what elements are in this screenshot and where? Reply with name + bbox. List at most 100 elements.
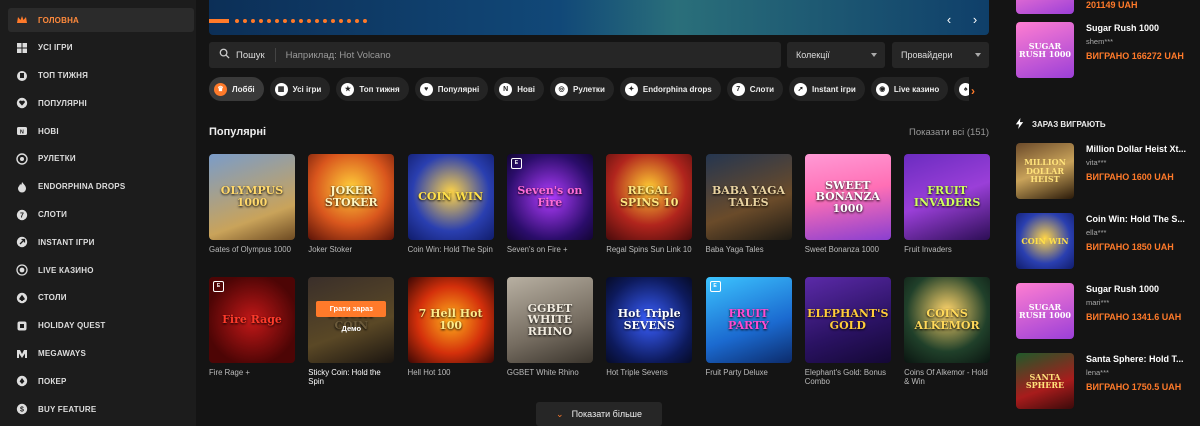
game-card[interactable]: Hot Triple SEVENS Hot Triple Sevens — [606, 277, 693, 377]
carousel-dots — [235, 19, 367, 23]
chip-label: Популярні — [437, 84, 480, 94]
chip-label: Endorphina drops — [642, 84, 712, 94]
svg-text:7: 7 — [20, 212, 24, 219]
game-art-title: GGBET WHITE RHINO — [527, 301, 573, 338]
game-thumbnail[interactable]: STICKY COINГрати заразДемо — [308, 277, 395, 363]
search-input[interactable]: Наприклад: Hot Volcano — [286, 50, 391, 61]
game-thumbnail[interactable]: COIN WIN — [407, 154, 494, 240]
carousel-next-button[interactable]: › — [968, 13, 982, 27]
game-card[interactable]: REGAL SPINS 10 Regal Spins Sun Link 10 — [606, 154, 693, 254]
chip-4[interactable]: N Нові — [494, 77, 545, 101]
game-name: Coin Win: Hold The Spin — [407, 245, 493, 254]
game-card[interactable]: STICKY COINГрати заразДемоSticky Coin: H… — [308, 277, 395, 387]
sidebar-item-4[interactable]: N НОВІ — [8, 119, 194, 143]
sidebar-item-8[interactable]: INSTANT ІГРИ — [8, 230, 194, 254]
game-card[interactable]: FRUIT INVADERS Fruit Invaders — [904, 154, 991, 254]
sidebar-item-11[interactable]: HOLIDAY QUEST — [8, 314, 194, 338]
game-thumbnail: SANTA SPHERE — [1016, 353, 1074, 409]
game-card[interactable]: JOKER STOKER Joker Stoker — [308, 154, 395, 254]
chip-0[interactable]: ♛ Лоббі — [209, 77, 264, 101]
game-card[interactable]: OLYMPUS 1000 Gates of Olympus 1000 — [209, 154, 295, 254]
sidebar-item-10[interactable]: СТОЛИ — [8, 286, 194, 310]
chip-2[interactable]: ★ Топ тижня — [336, 77, 409, 101]
game-thumbnail[interactable]: GGBET WHITE RHINO — [506, 277, 593, 363]
play-now-button[interactable]: Грати зараз — [316, 301, 387, 317]
win-item[interactable]: SUGAR RUSH 1000 Sugar Rush 1000 shem*** ВИГ… — [1016, 22, 1196, 80]
chip-9[interactable]: ◉ Live казино — [870, 77, 949, 101]
sidebar-item-2[interactable]: ТОП ТИЖНЯ — [8, 64, 194, 88]
chip-3[interactable]: ♥ Популярні — [414, 77, 489, 101]
game-thumbnail[interactable]: FRUIT INVADERS — [904, 154, 991, 240]
win-item[interactable]: SANTA SPHERE Santa Sphere: Hold T... lena*… — [1016, 353, 1196, 411]
show-all-link[interactable]: Показати всі (151) — [909, 127, 989, 138]
sidebar-item-5[interactable]: РУЛЕТКИ — [8, 147, 194, 171]
chip-6[interactable]: ✦ Endorphina drops — [619, 77, 721, 101]
collections-dropdown[interactable]: Колекції — [787, 42, 885, 68]
sidebar-item-0[interactable]: ГОЛОВНА — [8, 8, 194, 32]
game-art-title: ELEPHANT'S GOLD — [807, 307, 889, 332]
game-thumbnail[interactable]: JOKER STOKER — [308, 154, 395, 240]
game-card[interactable]: Fire Rage E Fire Rage + — [209, 277, 295, 377]
chips-next-icon[interactable]: › — [971, 84, 975, 98]
rocket-icon — [16, 236, 28, 248]
chip-7[interactable]: 7 Слоти — [726, 77, 784, 101]
game-card[interactable]: ELEPHANT'S GOLD Elephant's Gold: Bonus Co… — [804, 277, 891, 387]
game-card[interactable]: COINS ALKEMOR Coins Of Alkemor - Hold & W… — [904, 277, 991, 387]
chip-1[interactable]: ▦ Усі ігри — [269, 77, 331, 101]
game-thumbnail[interactable]: Fire Rage E — [209, 277, 295, 363]
win-item[interactable]: COIN WIN Coin Win: Hold The S... ella*** ВИ… — [1016, 213, 1196, 271]
sidebar-item-12[interactable]: MEGAWAYS — [8, 342, 194, 366]
game-card[interactable]: GGBET WHITE RHINO GGBET White Rhino — [506, 277, 593, 377]
win-amount: ВИГРАНО 166272 UAH — [1086, 51, 1184, 61]
search-bar[interactable]: Пошук Наприклад: Hot Volcano — [209, 42, 781, 68]
demo-button[interactable]: Демо — [308, 325, 394, 333]
game-thumbnail[interactable]: FRUIT PARTY E — [705, 277, 792, 363]
carousel-progress — [209, 19, 229, 23]
search-icon — [219, 46, 230, 64]
sidebar-item-label: INSTANT ІГРИ — [38, 237, 95, 247]
game-name: Regal Spins Sun Link 10 — [606, 245, 692, 254]
game-thumbnail[interactable]: 7 Hell Hot 100 — [407, 277, 494, 363]
chip-10[interactable]: ♠Столи — [954, 77, 969, 101]
win-user: mari*** — [1086, 298, 1110, 307]
sidebar-item-6[interactable]: ENDORPHINA DROPS — [8, 175, 194, 199]
carousel-prev-button[interactable]: ‹ — [942, 13, 956, 27]
game-card[interactable]: BABA YAGA TALES Baba Yaga Tales — [705, 154, 792, 254]
game-thumbnail[interactable]: SWEET BONANZA 1000 — [804, 154, 891, 240]
win-item[interactable]: MILLION DOLLAR HEIST Million Dollar Heist… — [1016, 143, 1196, 201]
win-item[interactable]: SUGAR RUSH 1000 Sugar Rush 1000 mari*** ВИГ… — [1016, 283, 1196, 341]
chip-icon: ▦ — [274, 82, 288, 96]
game-thumbnail[interactable]: COINS ALKEMOR — [904, 277, 991, 363]
game-name: Sweet Bonanza 1000 — [804, 245, 879, 254]
sidebar-item-3[interactable]: ПОПУЛЯРНІ — [8, 91, 194, 115]
game-thumbnail[interactable]: OLYMPUS 1000 — [209, 154, 295, 240]
svg-text:$: $ — [20, 407, 24, 414]
game-thumbnail[interactable]: REGAL SPINS 10 — [606, 154, 693, 240]
game-card[interactable]: SWEET BONANZA 1000 Sweet Bonanza 1000 — [804, 154, 891, 254]
game-card[interactable]: COIN WIN Coin Win: Hold The Spin — [407, 154, 494, 254]
live-icon — [16, 264, 28, 276]
game-card[interactable]: FRUIT PARTY E Fruit Party Deluxe — [705, 277, 792, 377]
chevron-down-icon — [975, 53, 981, 57]
game-art-title: COIN WIN — [1021, 235, 1069, 246]
sidebar-item-14[interactable]: $ BUY FEATURE — [8, 397, 194, 421]
sidebar-item-9[interactable]: LIVE КАЗИНО — [8, 258, 194, 282]
main-content: ‹ › Пошук Наприклад: Hot Volcano Колекці… — [209, 0, 991, 426]
game-thumbnail[interactable]: BABA YAGA TALES — [705, 154, 792, 240]
game-card[interactable]: 7 Hell Hot 100 Hell Hot 100 — [407, 277, 494, 377]
game-thumbnail[interactable]: Seven's on Fire E — [506, 154, 593, 240]
sidebar-item-7[interactable]: 7 СЛОТИ — [8, 203, 194, 227]
hero-banner[interactable]: ‹ › — [209, 0, 989, 35]
chip-8[interactable]: ➚ Instant ігри — [789, 77, 865, 101]
chip-label: Рулетки — [573, 84, 605, 94]
game-thumbnail[interactable]: Hot Triple SEVENS — [606, 277, 693, 363]
provider-badge-icon: E — [709, 281, 721, 292]
game-card[interactable]: Seven's on Fire E Seven's on Fire + — [506, 154, 593, 254]
providers-dropdown[interactable]: Провайдери — [892, 42, 989, 68]
chip-5[interactable]: ◎ Рулетки — [550, 77, 614, 101]
show-more-button[interactable]: ⌄ Показати більше — [536, 402, 662, 426]
sidebar-item-1[interactable]: УСІ ІГРИ — [8, 36, 194, 60]
sidebar-item-13[interactable]: ПОКЕР — [8, 369, 194, 393]
new-icon: N — [16, 125, 28, 137]
game-thumbnail[interactable]: ELEPHANT'S GOLD — [804, 277, 891, 363]
